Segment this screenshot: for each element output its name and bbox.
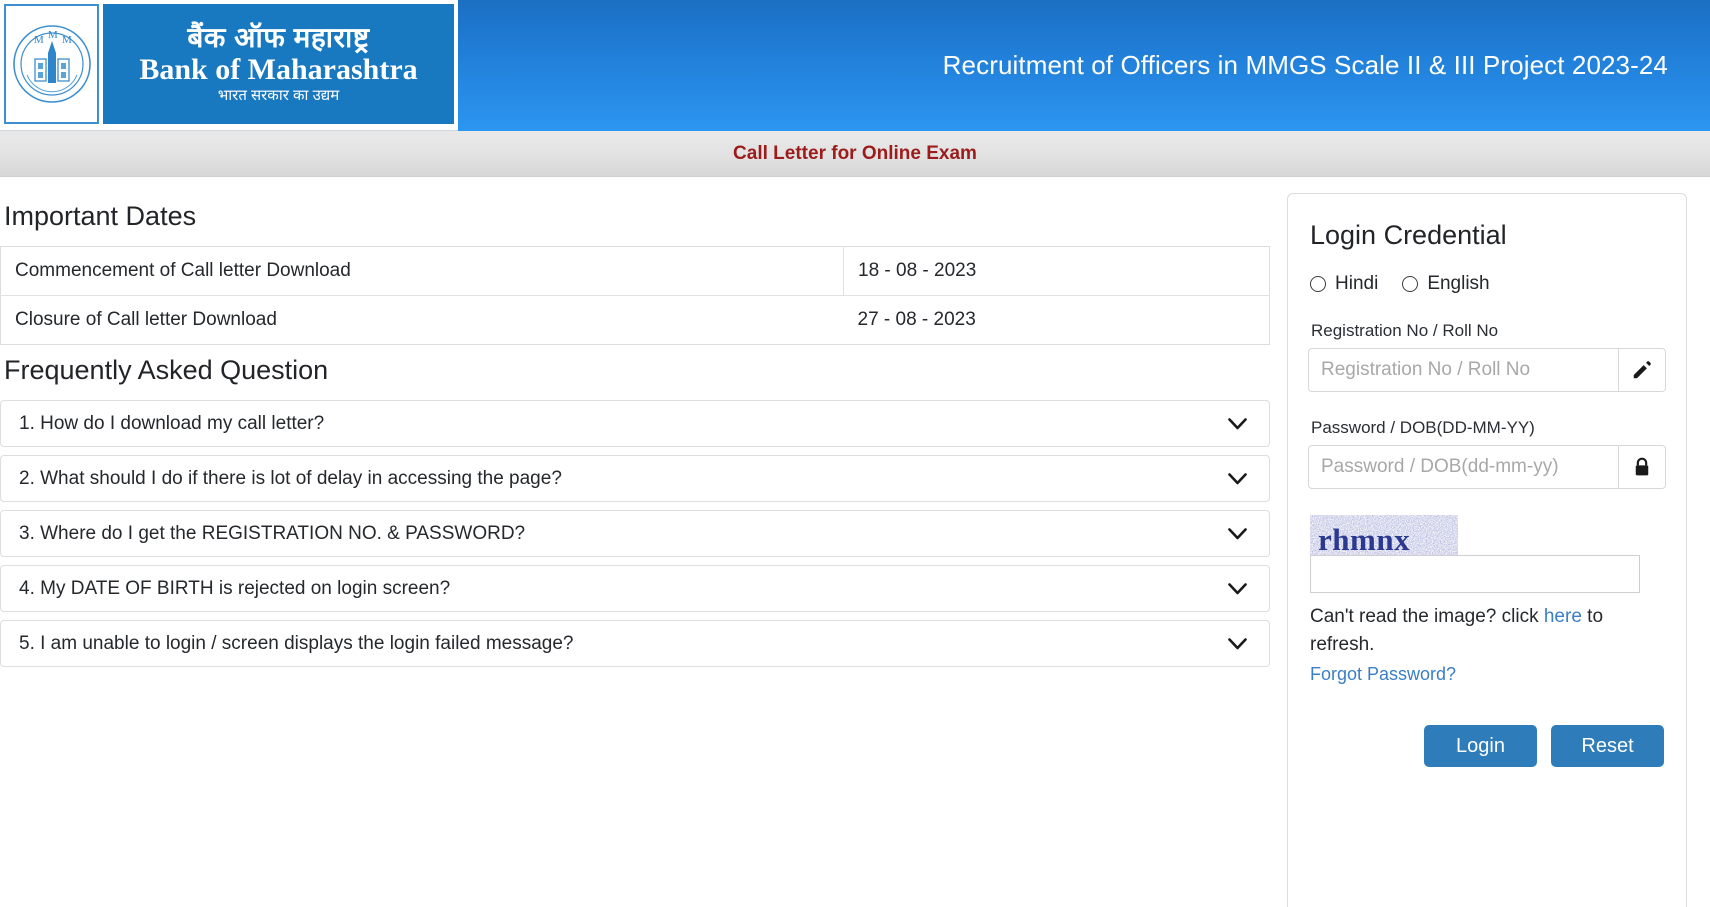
subtitle-bar: Call Letter for Online Exam (0, 131, 1710, 177)
login-panel-title: Login Credential (1310, 220, 1507, 250)
chevron-down-icon[interactable] (1228, 579, 1247, 599)
bank-name-block: बैंक ऑफ महाराष्ट्र Bank of Maharashtra भ… (103, 4, 454, 124)
login-panel: Login Credential Hindi English Registrat… (1287, 193, 1687, 907)
faq-question: 1. How do I download my call letter? (19, 412, 325, 434)
captcha-refresh-link[interactable]: here (1544, 606, 1582, 627)
lock-icon[interactable] (1618, 445, 1666, 489)
radio-option-english[interactable]: English (1402, 273, 1490, 295)
chevron-down-icon[interactable] (1228, 469, 1247, 489)
svg-text:M: M (62, 34, 72, 46)
registration-field-label: Registration No / Roll No (1311, 321, 1499, 340)
captcha-section: rhmnx (1310, 515, 1666, 593)
faq-item-4[interactable]: 4. My DATE OF BIRTH is rejected on login… (0, 565, 1270, 612)
chevron-down-icon[interactable] (1228, 524, 1247, 544)
main-content: Important Dates Commencement of Call let… (0, 177, 1710, 907)
radio-circle-icon[interactable] (1402, 276, 1419, 292)
radio-option-hindi[interactable]: Hindi (1310, 273, 1378, 295)
right-column: Login Credential Hindi English Registrat… (1272, 177, 1710, 907)
faq-item-3[interactable]: 3. Where do I get the REGISTRATION NO. &… (0, 510, 1270, 557)
table-row: Closure of Call letter Download 27 - 08 … (0, 295, 1270, 345)
header-title-container: Recruitment of Officers in MMGS Scale II… (458, 0, 1710, 131)
radio-label-hindi: Hindi (1335, 273, 1379, 294)
chevron-down-icon[interactable] (1228, 634, 1247, 654)
subtitle-text: Call Letter for Online Exam (733, 142, 977, 164)
password-input-group (1308, 445, 1666, 489)
pencil-icon[interactable] (1618, 348, 1666, 392)
bank-name-hindi: बैंक ऑफ महाराष्ट्र (187, 22, 370, 54)
table-row: Commencement of Call letter Download 18 … (1, 246, 1270, 296)
date-value: 18 - 08 - 2023 (843, 246, 1270, 296)
faq-item-5[interactable]: 5. I am unable to login / screen display… (0, 620, 1270, 667)
faq-item-1[interactable]: 1. How do I download my call letter? (0, 400, 1270, 447)
forgot-password-link[interactable]: Forgot Password? (1310, 664, 1456, 685)
important-dates-table: Commencement of Call letter Download 18 … (0, 246, 1270, 345)
captcha-input[interactable] (1310, 555, 1640, 593)
faq-item-2[interactable]: 2. What should I do if there is lot of d… (0, 455, 1270, 502)
svg-text:M: M (34, 34, 44, 46)
bank-name-english: Bank of Maharashtra (139, 52, 418, 86)
chevron-down-icon[interactable] (1228, 414, 1247, 434)
registration-input-group (1308, 348, 1666, 392)
date-value: 27 - 08 - 2023 (843, 295, 1270, 345)
bank-logo: M M M बैंक ऑफ महाराष्ट्र Bank of Maharas… (0, 0, 458, 131)
radio-circle-icon[interactable] (1310, 276, 1326, 292)
radio-label-english: English (1427, 273, 1490, 294)
svg-text:rhmnx: rhmnx (1318, 522, 1410, 557)
left-column: Important Dates Commencement of Call let… (0, 177, 1272, 675)
faq-heading: Frequently Asked Question (4, 355, 329, 385)
faq-question: 2. What should I do if there is lot of d… (19, 467, 562, 489)
login-button-row: Login Reset (1308, 725, 1666, 768)
bank-tagline: भारत सरकार का उद्यम (217, 86, 340, 104)
page-title: Recruitment of Officers in MMGS Scale II… (942, 50, 1668, 80)
faq-list: 1. How do I download my call letter? 2. … (0, 400, 1272, 667)
login-button[interactable]: Login (1424, 725, 1537, 768)
svg-text:M: M (48, 29, 58, 41)
password-input[interactable] (1308, 445, 1618, 489)
date-label: Commencement of Call letter Download (15, 260, 351, 281)
captcha-refresh-text: Can't read the image? click here to refr… (1310, 603, 1630, 658)
faq-question: 5. I am unable to login / screen display… (19, 632, 574, 654)
refresh-prefix: Can't read the image? click (1310, 606, 1544, 627)
date-label: Closure of Call letter Download (0, 295, 844, 345)
page-header: M M M बैंक ऑफ महाराष्ट्र Bank of Maharas… (0, 0, 1710, 131)
bank-seal-icon: M M M (4, 4, 99, 124)
reset-button[interactable]: Reset (1551, 725, 1664, 768)
faq-question: 3. Where do I get the REGISTRATION NO. &… (19, 522, 526, 544)
faq-question: 4. My DATE OF BIRTH is rejected on login… (19, 577, 451, 599)
language-radio-group: Hindi English (1310, 273, 1666, 295)
important-dates-heading: Important Dates (4, 201, 197, 231)
password-field-label: Password / DOB(DD-MM-YY) (1311, 418, 1535, 437)
registration-input[interactable] (1308, 348, 1618, 392)
